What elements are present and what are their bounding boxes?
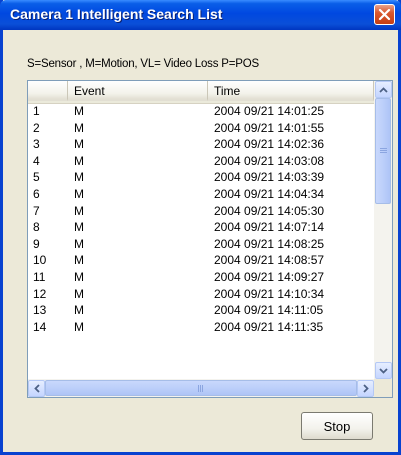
close-icon	[378, 8, 391, 21]
table-row[interactable]: 7 M 2004 09/21 14:05:30	[28, 203, 374, 220]
column-header-event[interactable]: Event	[68, 81, 208, 101]
row-event: M	[74, 319, 84, 334]
row-event: M	[74, 253, 84, 268]
row-index: 7	[33, 203, 40, 218]
row-event: M	[74, 269, 84, 284]
row-index: 9	[33, 236, 40, 251]
row-index: 10	[33, 253, 47, 268]
horizontal-scroll-thumb[interactable]	[45, 380, 357, 396]
row-time: 2004 09/21 14:03:39	[214, 170, 325, 185]
search-list-window: Camera 1 Intelligent Search List S=Senso…	[0, 0, 401, 455]
stop-button[interactable]: Stop	[301, 412, 373, 440]
table-row[interactable]: 3 M 2004 09/21 14:02:36	[28, 136, 374, 153]
row-time: 2004 09/21 14:07:14	[214, 220, 325, 235]
search-result-list[interactable]: Event Time 1 M 2004 09/21 14:01:25 2 M 2004 0…	[27, 80, 393, 398]
column-header-index[interactable]	[28, 81, 68, 101]
row-index: 12	[33, 286, 47, 301]
row-time: 2004 09/21 14:11:35	[214, 319, 324, 334]
table-row[interactable]: 14 M 2004 09/21 14:11:35	[28, 319, 374, 336]
row-time: 2004 09/21 14:01:55	[214, 120, 325, 135]
close-button[interactable]	[374, 4, 395, 25]
column-header-time[interactable]: Time	[208, 81, 374, 101]
row-time: 2004 09/21 14:08:25	[214, 236, 325, 251]
table-row[interactable]: 4 M 2004 09/21 14:03:08	[28, 153, 374, 170]
row-index: 2	[33, 120, 40, 135]
row-time: 2004 09/21 14:01:25	[214, 104, 325, 118]
row-event: M	[74, 170, 84, 185]
row-event: M	[74, 236, 84, 251]
table-row[interactable]: 12 M 2004 09/21 14:10:34	[28, 286, 374, 303]
table-row[interactable]: 11 M 2004 09/21 14:09:27	[28, 269, 374, 286]
row-index: 8	[33, 220, 40, 235]
row-event: M	[74, 104, 84, 118]
row-time: 2004 09/21 14:02:36	[214, 137, 325, 152]
vertical-scrollbar[interactable]	[374, 81, 392, 379]
table-row[interactable]: 8 M 2004 09/21 14:07:14	[28, 219, 374, 236]
row-index: 11	[33, 269, 46, 284]
row-index: 13	[33, 303, 47, 318]
vertical-scroll-thumb[interactable]	[375, 98, 391, 204]
row-time: 2004 09/21 14:03:08	[214, 153, 325, 168]
table-row[interactable]: 6 M 2004 09/21 14:04:34	[28, 186, 374, 203]
row-time: 2004 09/21 14:08:57	[214, 253, 325, 268]
row-index: 5	[33, 170, 40, 185]
row-index: 14	[33, 319, 47, 334]
scroll-down-button[interactable]	[375, 362, 392, 379]
table-row[interactable]: 2 M 2004 09/21 14:01:55	[28, 120, 374, 137]
row-time: 2004 09/21 14:10:34	[214, 286, 325, 301]
table-row[interactable]: 10 M 2004 09/21 14:08:57	[28, 252, 374, 269]
table-row[interactable]: 13 M 2004 09/21 14:11:05	[28, 302, 374, 319]
list-rows: 1 M 2004 09/21 14:01:25 2 M 2004 09/21 14:01:…	[28, 103, 374, 335]
row-event: M	[74, 286, 84, 301]
table-row[interactable]: 9 M 2004 09/21 14:08:25	[28, 236, 374, 253]
chevron-up-icon	[379, 86, 388, 93]
row-event: M	[74, 203, 84, 218]
row-event: M	[74, 153, 84, 168]
scroll-right-button[interactable]	[357, 380, 374, 397]
row-event: M	[74, 137, 84, 152]
chevron-left-icon	[33, 384, 40, 393]
horizontal-scrollbar[interactable]	[28, 379, 374, 397]
table-row[interactable]: 5 M 2004 09/21 14:03:39	[28, 169, 374, 186]
scroll-left-button[interactable]	[28, 380, 45, 397]
chevron-down-icon	[379, 367, 388, 374]
row-time: 2004 09/21 14:11:05	[214, 303, 324, 318]
title-bar[interactable]: Camera 1 Intelligent Search List	[0, 0, 401, 30]
scrollbar-corner	[374, 379, 392, 397]
row-time: 2004 09/21 14:04:34	[214, 186, 325, 201]
chevron-right-icon	[362, 384, 369, 393]
row-index: 4	[33, 153, 40, 168]
event-legend: S=Sensor , M=Motion, VL= Video Loss P=PO…	[27, 58, 259, 70]
row-time: 2004 09/21 14:09:27	[214, 269, 325, 284]
list-header: Event Time	[28, 81, 374, 104]
row-event: M	[74, 186, 84, 201]
table-row[interactable]: 1 M 2004 09/21 14:01:25	[28, 103, 374, 120]
scroll-up-button[interactable]	[375, 81, 392, 98]
window-title: Camera 1 Intelligent Search List	[10, 6, 223, 22]
row-event: M	[74, 120, 84, 135]
row-event: M	[74, 220, 84, 235]
row-index: 1	[33, 104, 40, 118]
row-event: M	[74, 303, 84, 318]
row-index: 6	[33, 186, 40, 201]
row-index: 3	[33, 137, 40, 152]
row-time: 2004 09/21 14:05:30	[214, 203, 325, 218]
